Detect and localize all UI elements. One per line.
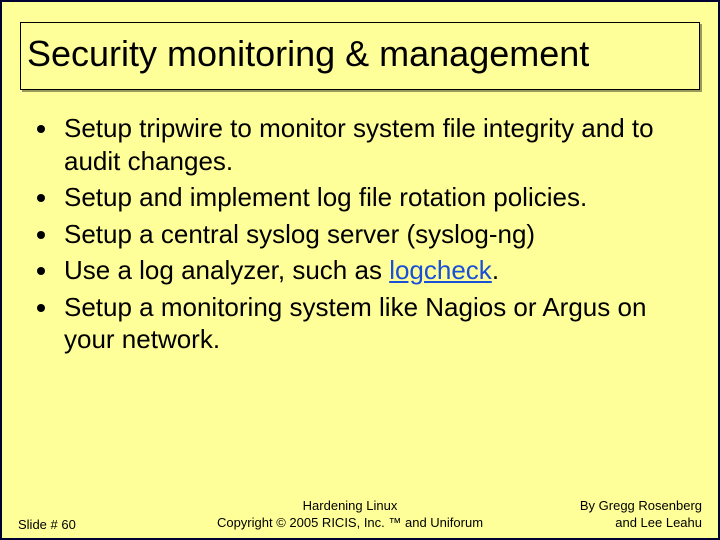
slide-title-box: Security monitoring & management xyxy=(20,22,700,90)
bullet-text: Setup tripwire to monitor system file in… xyxy=(64,113,654,176)
footer-authors: By Gregg Rosenberg and Lee Leahu xyxy=(532,498,702,532)
footer-slide-number: Slide # 60 xyxy=(18,517,168,532)
bullet-text: Setup and implement log file rotation po… xyxy=(64,182,587,212)
bullet-item: Setup a central syslog server (syslog-ng… xyxy=(60,218,678,251)
bullet-item: Setup and implement log file rotation po… xyxy=(60,181,678,214)
slide-title: Security monitoring & management xyxy=(27,33,693,75)
footer-center-line2: Copyright © 2005 RICIS, Inc. ™ and Unifo… xyxy=(168,515,532,532)
footer-center: Hardening Linux Copyright © 2005 RICIS, … xyxy=(168,498,532,532)
bullet-text-post: . xyxy=(492,255,499,285)
bullet-text: Setup a monitoring system like Nagios or… xyxy=(64,292,646,355)
bullet-text: Setup a central syslog server (syslog-ng… xyxy=(64,219,535,249)
link-logcheck[interactable]: logcheck xyxy=(389,255,492,285)
bullet-list: Setup tripwire to monitor system file in… xyxy=(42,112,678,356)
bullet-text: Use a log analyzer, such as xyxy=(64,255,389,285)
footer-center-line1: Hardening Linux xyxy=(168,498,532,515)
bullet-item: Setup a monitoring system like Nagios or… xyxy=(60,291,678,356)
footer-right-line2: and Lee Leahu xyxy=(532,515,702,532)
footer-right-line1: By Gregg Rosenberg xyxy=(532,498,702,515)
slide-footer: Slide # 60 Hardening Linux Copyright © 2… xyxy=(2,498,718,532)
bullet-item: Use a log analyzer, such as logcheck. xyxy=(60,254,678,287)
bullet-item: Setup tripwire to monitor system file in… xyxy=(60,112,678,177)
